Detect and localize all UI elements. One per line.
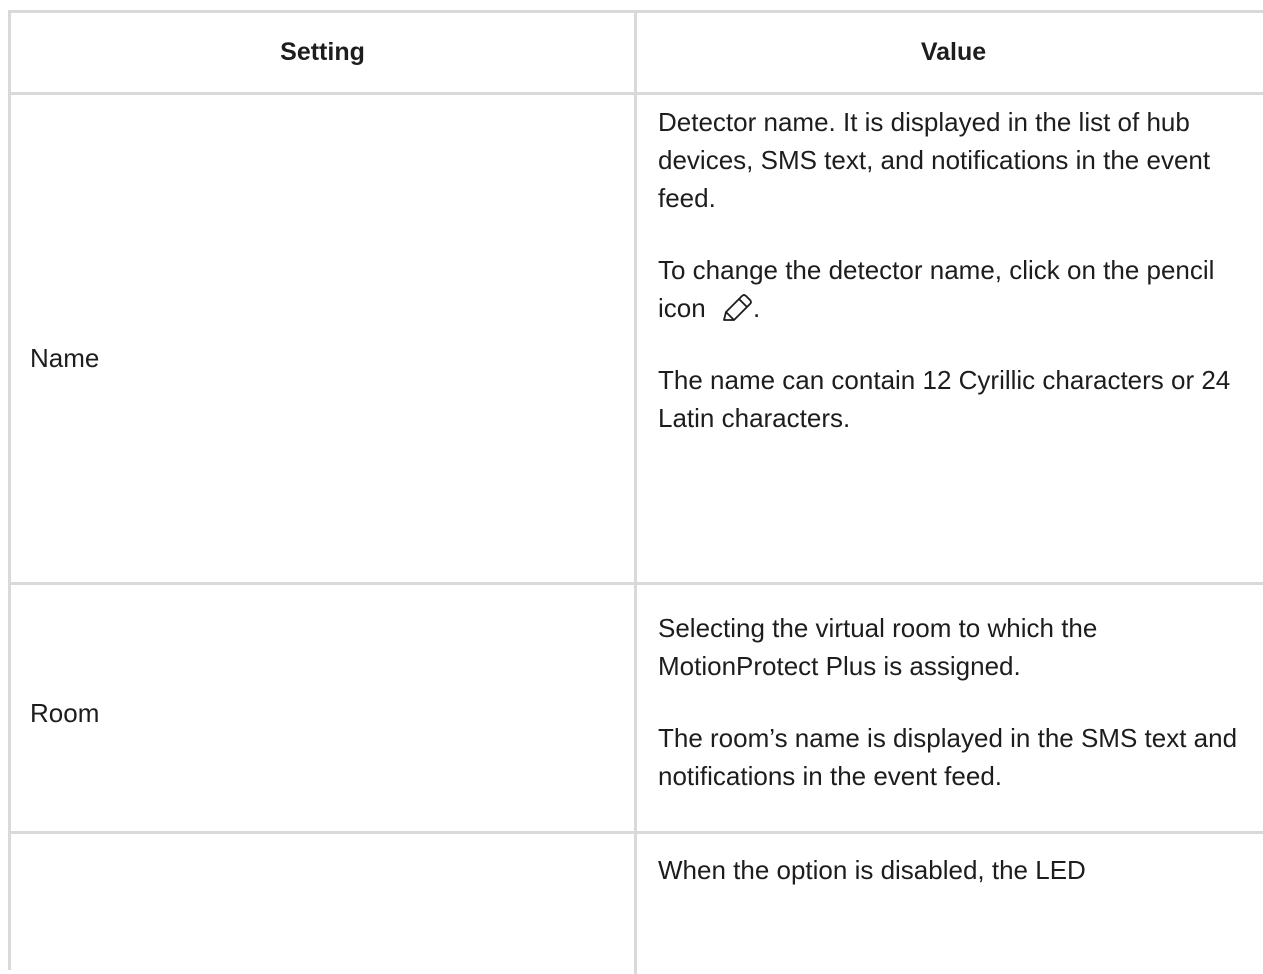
value-paragraph: Detector name. It is displayed in the li… [658,107,1211,213]
value-paragraph: Selecting the virtual room to which the … [658,613,1098,681]
table-header-row: Setting Value [11,13,1263,95]
table-row: Name Detector name. It is displayed in t… [11,95,1263,585]
table-row: When the option is disabled, the LED [11,834,1263,974]
setting-led-cell [11,834,637,974]
value-cell: Selecting the virtual room to which the … [637,585,1263,831]
pencil-icon [719,293,753,323]
value-cell: When the option is disabled, the LED [637,834,1263,974]
value-column-header: Value [920,38,987,66]
table-row: Room Selecting the virtual room to which… [11,585,1263,834]
setting-room-cell: Room [11,585,637,831]
setting-name-cell: Name [11,95,637,582]
value-paragraph: To change the detector name, click on th… [658,251,1252,327]
value-paragraph-suffix: . [752,293,761,323]
value-cell: Detector name. It is displayed in the li… [637,95,1263,582]
setting-column-header: Setting [11,13,637,92]
value-paragraph: When the option is disabled, the LED [658,855,1086,885]
value-paragraph: The room’s name is displayed in the SMS … [658,723,1238,791]
settings-table: Setting Value Name Detector name. It is … [8,10,1263,974]
value-paragraph: The name can contain 12 Cyrillic charact… [658,365,1231,433]
